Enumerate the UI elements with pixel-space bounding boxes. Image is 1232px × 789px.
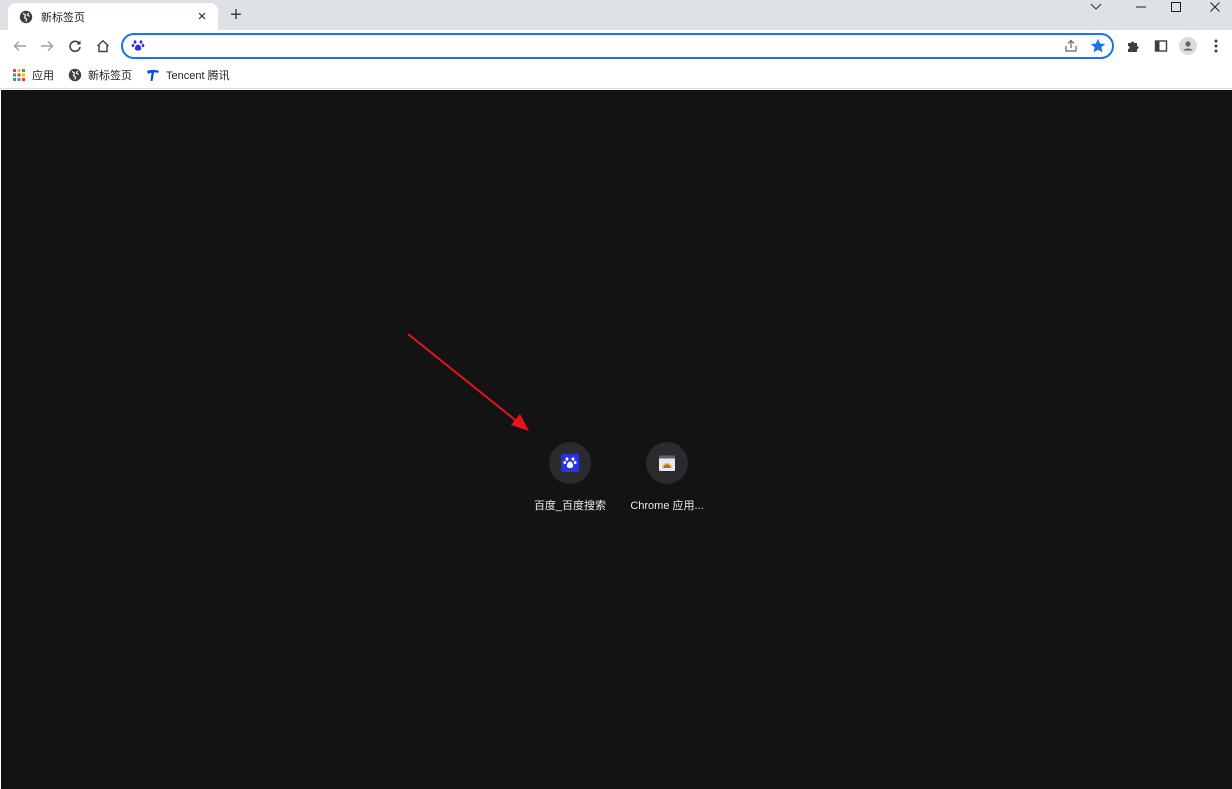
baidu-paw-icon xyxy=(561,454,579,472)
extensions-button[interactable] xyxy=(1125,38,1141,54)
share-button[interactable] xyxy=(1063,38,1079,54)
shortcut-tile-baidu[interactable]: 百度_百度搜索 xyxy=(525,442,615,513)
tencent-icon xyxy=(146,68,160,82)
back-arrow-icon xyxy=(13,41,26,51)
tab-search-button[interactable] xyxy=(1081,0,1111,14)
avatar-icon xyxy=(1179,37,1197,55)
bookmark-tencent[interactable]: Tencent 腾讯 xyxy=(146,67,230,83)
address-input[interactable] xyxy=(153,37,1053,55)
forward-button[interactable] xyxy=(37,36,57,56)
bookmark-apps[interactable]: 应用 xyxy=(12,67,54,83)
tab-title: 新标签页 xyxy=(41,11,85,24)
close-window-button[interactable] xyxy=(1200,0,1230,14)
new-tab-page: 百度_百度搜索 Chrome 应用... xyxy=(1,90,1232,789)
address-bar[interactable] xyxy=(121,33,1114,59)
tab-close-button[interactable]: × xyxy=(194,8,210,25)
apps-grid-icon xyxy=(12,68,26,82)
maximize-icon xyxy=(1171,2,1181,12)
star-icon xyxy=(1090,38,1106,53)
chevron-down-icon xyxy=(1090,3,1102,10)
puzzle-piece-icon xyxy=(1128,41,1139,52)
bookmark-star-button[interactable] xyxy=(1089,37,1107,55)
shortcut-icon-circle xyxy=(549,442,591,484)
minimize-icon xyxy=(1136,6,1146,8)
minimize-button[interactable] xyxy=(1126,0,1156,14)
home-button[interactable] xyxy=(93,36,113,56)
shortcut-label: Chrome 应用... xyxy=(630,500,704,512)
new-tab-button[interactable]: + xyxy=(226,5,246,25)
back-button[interactable] xyxy=(10,36,30,56)
shortcut-icon-circle xyxy=(646,442,688,484)
reload-button[interactable] xyxy=(65,36,85,56)
bookmark-label: 新标签页 xyxy=(88,70,132,82)
bookmarks-bar: 应用 新标签页 Tencent 腾讯 xyxy=(0,62,1232,89)
chrome-web-store-icon xyxy=(659,455,675,471)
shortcut-label: 百度_百度搜索 xyxy=(533,500,607,512)
baidu-paw-icon xyxy=(131,38,145,52)
home-icon xyxy=(97,39,109,53)
globe-icon xyxy=(19,10,33,24)
maximize-button[interactable] xyxy=(1161,0,1191,14)
tab-strip: 新标签页 × + xyxy=(0,0,1232,30)
profile-button[interactable] xyxy=(1179,37,1197,55)
bookmark-label: Tencent 腾讯 xyxy=(166,70,230,82)
side-panel-button[interactable] xyxy=(1153,38,1169,54)
bookmark-label: 应用 xyxy=(32,70,54,82)
share-icon xyxy=(1065,39,1077,52)
globe-icon xyxy=(68,68,82,82)
reload-icon xyxy=(69,40,81,53)
annotation-arrow xyxy=(407,333,529,431)
tab-new-tab[interactable]: 新标签页 × xyxy=(8,3,218,30)
more-vertical-icon xyxy=(1214,39,1218,53)
close-icon xyxy=(1210,2,1220,12)
forward-arrow-icon xyxy=(41,41,54,51)
shortcut-tile-chrome-apps[interactable]: Chrome 应用... xyxy=(622,442,712,513)
menu-button[interactable] xyxy=(1208,38,1224,54)
bookmark-new-tab[interactable]: 新标签页 xyxy=(68,67,132,83)
toolbar xyxy=(0,30,1232,62)
side-panel-icon xyxy=(1154,40,1168,52)
